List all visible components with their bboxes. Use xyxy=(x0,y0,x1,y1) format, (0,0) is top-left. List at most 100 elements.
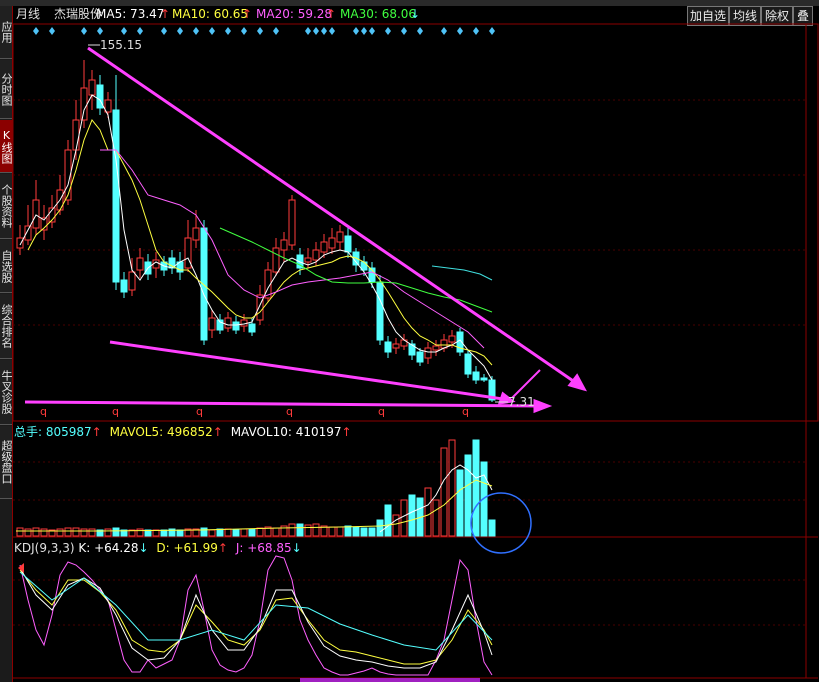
volume-bar xyxy=(376,519,384,537)
mavol10-arrow-icon: ↑ xyxy=(341,425,352,439)
candle-body xyxy=(328,237,336,249)
volume-bar xyxy=(304,524,312,537)
kdj-j-value: J: +68.85 xyxy=(235,541,292,555)
diamond-icon xyxy=(305,27,311,35)
volume-bar xyxy=(408,494,416,537)
volume-bar xyxy=(64,527,72,537)
volume-bar xyxy=(256,527,264,537)
volume-bar xyxy=(88,528,96,537)
candle-body xyxy=(256,294,264,321)
upper-arrow-head-icon xyxy=(567,373,588,392)
mavol5-value: MAVOL5: 496852 xyxy=(109,425,213,439)
low-price-label: 7.31 xyxy=(508,395,535,409)
volume-bar xyxy=(40,528,48,537)
volume-bar xyxy=(344,525,352,537)
candle-body xyxy=(320,241,328,253)
diamond-icon xyxy=(361,27,367,35)
diamond-icon xyxy=(81,27,87,35)
volume-bar xyxy=(488,519,496,537)
diamond-icon xyxy=(457,27,463,35)
volume-header: 总手: 805987↑ MAVOL5: 496852↑ MAVOL10: 410… xyxy=(14,424,352,440)
diamond-icon xyxy=(369,27,375,35)
total-volume: 总手: 805987 xyxy=(14,425,92,439)
volume-bar xyxy=(288,523,296,537)
candle-body xyxy=(272,247,280,273)
candle-body xyxy=(480,377,488,381)
candle-body xyxy=(408,343,416,356)
volume-bar xyxy=(456,469,464,537)
candle-body xyxy=(312,249,320,261)
diamond-icon xyxy=(401,27,407,35)
volume-bar xyxy=(432,499,440,537)
volume-bar xyxy=(336,526,344,537)
diamond-icon xyxy=(193,27,199,35)
kdj-j-arrow-icon: ↓ xyxy=(291,541,302,555)
volume-bar xyxy=(160,529,168,537)
diamond-icon xyxy=(385,27,391,35)
diamond-icon xyxy=(161,27,167,35)
volume-bar xyxy=(352,526,360,537)
volume-bar xyxy=(464,454,472,537)
candle-body xyxy=(120,279,128,293)
volume-bar xyxy=(440,447,448,537)
diamond-icon xyxy=(353,27,359,35)
diamond-icon xyxy=(417,27,423,35)
mavol5-arrow-icon: ↑ xyxy=(212,425,223,439)
highlight-circle xyxy=(470,492,532,554)
volume-bar xyxy=(200,527,208,537)
candle-body xyxy=(224,317,232,329)
volume-bar xyxy=(224,528,232,537)
volume-bars xyxy=(16,439,496,537)
candle-body xyxy=(16,237,24,249)
q-marker: q xyxy=(378,405,385,418)
volume-bar xyxy=(112,527,120,537)
candle-body xyxy=(376,281,384,341)
candle-body xyxy=(336,231,344,243)
volume-bar xyxy=(24,528,32,537)
candle-body xyxy=(208,317,216,331)
diamond-icon xyxy=(273,27,279,35)
kdj-k-line xyxy=(19,567,493,669)
candle-body xyxy=(472,371,480,381)
ma10-line xyxy=(27,119,493,366)
volume-bar xyxy=(104,528,112,537)
candle-body xyxy=(392,343,400,349)
volume-bar xyxy=(272,527,280,537)
kdj-k-value: K: +64.28 xyxy=(78,541,139,555)
upper-trendline xyxy=(87,46,583,389)
candle-body xyxy=(72,119,80,151)
volume-bar xyxy=(16,527,24,537)
diamond-icon xyxy=(313,27,319,35)
diamond-icon xyxy=(329,27,335,35)
q-marker: q xyxy=(40,405,47,418)
volume-bar xyxy=(448,439,456,537)
diamond-icon xyxy=(33,27,39,35)
volume-bar xyxy=(72,527,80,537)
volume-bar xyxy=(56,528,64,537)
diamond-icon xyxy=(241,27,247,35)
diag-pointer xyxy=(511,369,541,399)
candle-body xyxy=(200,227,208,341)
q-marker: q xyxy=(112,405,119,418)
q-marker: q xyxy=(286,405,293,418)
candle-body xyxy=(424,347,432,359)
volume-bar xyxy=(176,529,184,537)
candle-body xyxy=(112,109,120,283)
q-marker: q xyxy=(196,405,203,418)
candle-body xyxy=(448,335,456,343)
price-panel-border xyxy=(12,23,819,422)
diamond-icon xyxy=(225,27,231,35)
candle-body xyxy=(128,271,136,291)
candle-body xyxy=(248,323,256,333)
volume-bar xyxy=(328,526,336,537)
base-arrow-head-icon xyxy=(533,398,553,414)
volume-bar xyxy=(400,499,408,537)
volume-bar xyxy=(296,523,304,537)
candle-body xyxy=(464,353,472,375)
kdj-d-arrow-icon: ↑ xyxy=(217,541,228,555)
kdj-name: KDJ(9,3,3) xyxy=(14,541,75,555)
kline-chart[interactable]: 155.15 7.31 q q q q q q xyxy=(0,0,819,682)
diamond-icon xyxy=(489,27,495,35)
scroll-indicator[interactable] xyxy=(300,678,480,682)
total-arrow-icon: ↑ xyxy=(91,425,102,439)
